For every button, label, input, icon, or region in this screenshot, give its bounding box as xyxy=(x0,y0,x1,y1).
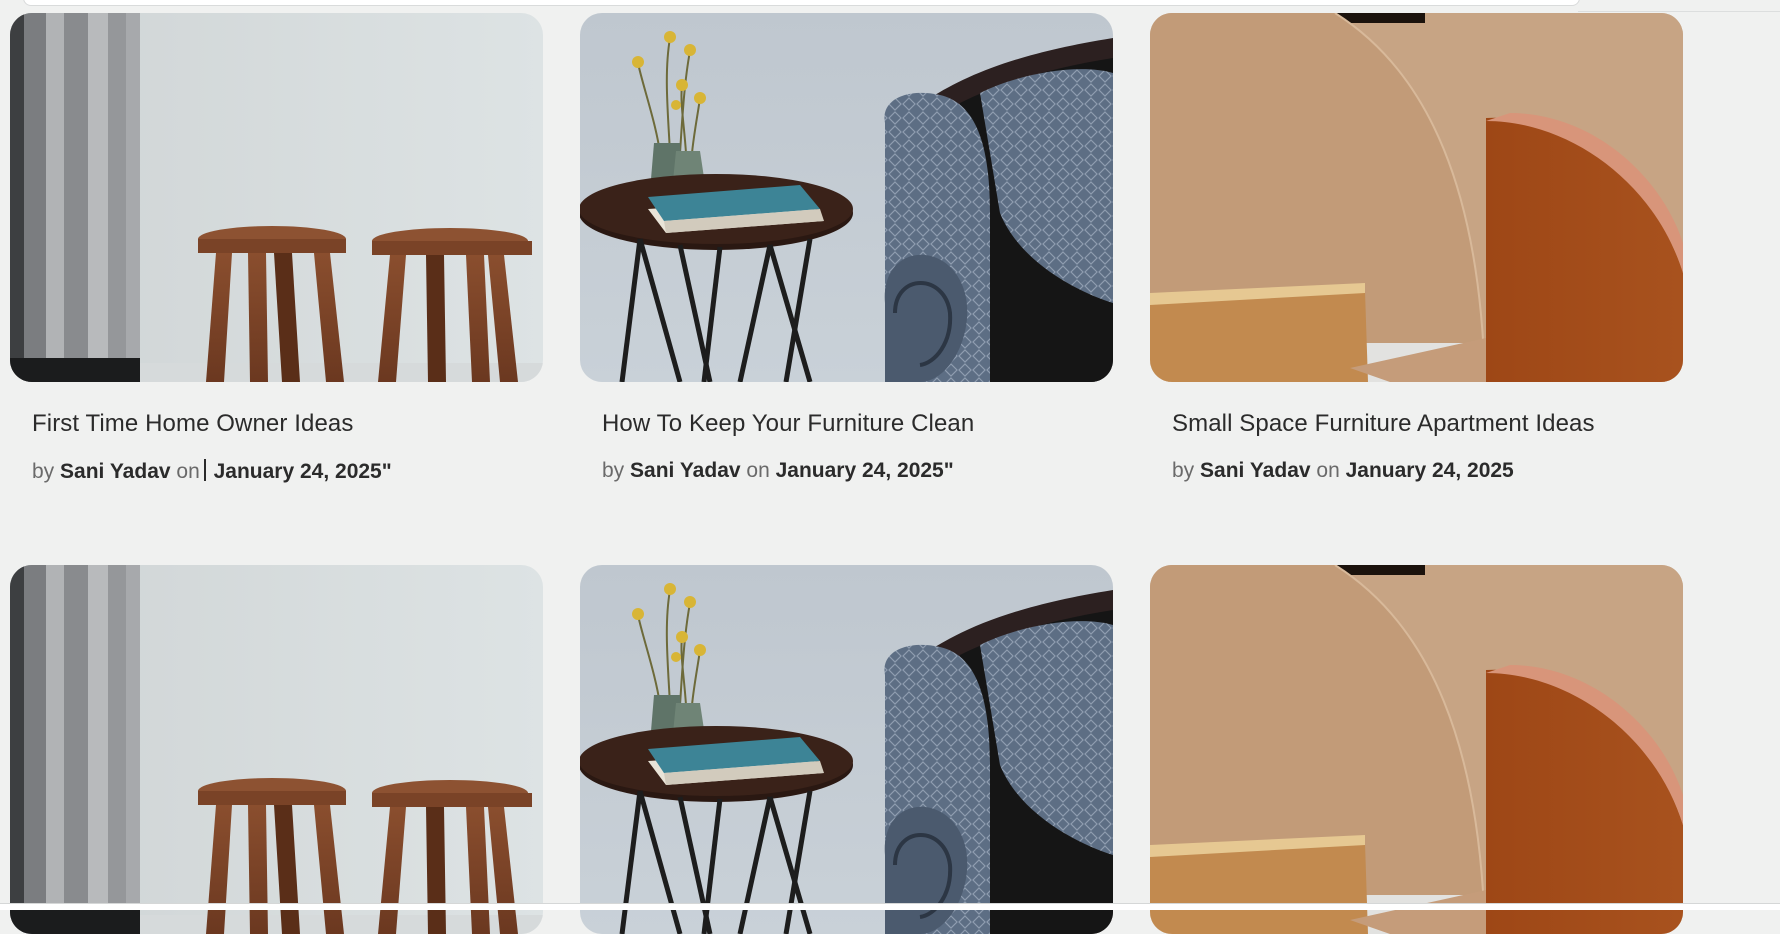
post-thumbnail[interactable] xyxy=(580,565,1113,934)
side-table-photo-icon xyxy=(580,13,1113,382)
search-bar-edge[interactable] xyxy=(23,0,1580,6)
on-label: on xyxy=(176,460,200,483)
post-thumbnail[interactable] xyxy=(580,13,1113,382)
post-title[interactable]: Small Space Furniture Apartment Ideas xyxy=(1172,410,1595,438)
post-date: January 24, 2025 xyxy=(1345,459,1514,482)
stools-photo-icon xyxy=(10,13,543,382)
author-link[interactable]: Sani Yadav xyxy=(630,459,741,482)
author-link[interactable]: Sani Yadav xyxy=(60,460,171,483)
arches-photo-icon xyxy=(1150,13,1683,382)
post-date: January 24, 2025" xyxy=(775,459,954,482)
by-label: by xyxy=(1172,459,1195,482)
arches-photo-icon xyxy=(1150,565,1683,934)
post-thumbnail[interactable] xyxy=(10,565,543,934)
post-meta: by Sani Yadav on January 24, 2025" xyxy=(602,459,954,483)
by-label: by xyxy=(602,459,625,482)
blog-card: First Time Home Owner Ideas by Sani Yada… xyxy=(10,13,543,483)
post-date: January 24, 2025" xyxy=(213,460,392,483)
header-divider xyxy=(1578,11,1780,12)
post-meta: by Sani Yadav on January 24, 2025" xyxy=(32,459,392,484)
post-thumbnail[interactable] xyxy=(1150,565,1683,934)
text-cursor xyxy=(203,459,206,481)
post-title[interactable]: First Time Home Owner Ideas xyxy=(32,410,353,438)
on-label: on xyxy=(1316,459,1340,482)
post-thumbnail[interactable] xyxy=(10,13,543,382)
blog-card: Small Space Furniture Apartment Ideas by… xyxy=(1150,13,1683,482)
on-label: on xyxy=(746,459,770,482)
post-thumbnail[interactable] xyxy=(1150,13,1683,382)
blog-card xyxy=(10,565,543,934)
post-meta: by Sani Yadav on January 24, 2025 xyxy=(1172,459,1514,483)
author-link[interactable]: Sani Yadav xyxy=(1200,459,1311,482)
blog-card: How To Keep Your Furniture Clean by Sani… xyxy=(580,13,1113,482)
side-table-photo-icon xyxy=(580,565,1113,934)
stools-photo-icon xyxy=(10,565,543,934)
post-title[interactable]: How To Keep Your Furniture Clean xyxy=(602,410,974,438)
by-label: by xyxy=(32,460,55,483)
blog-card xyxy=(580,565,1113,934)
blog-card xyxy=(1150,565,1683,934)
